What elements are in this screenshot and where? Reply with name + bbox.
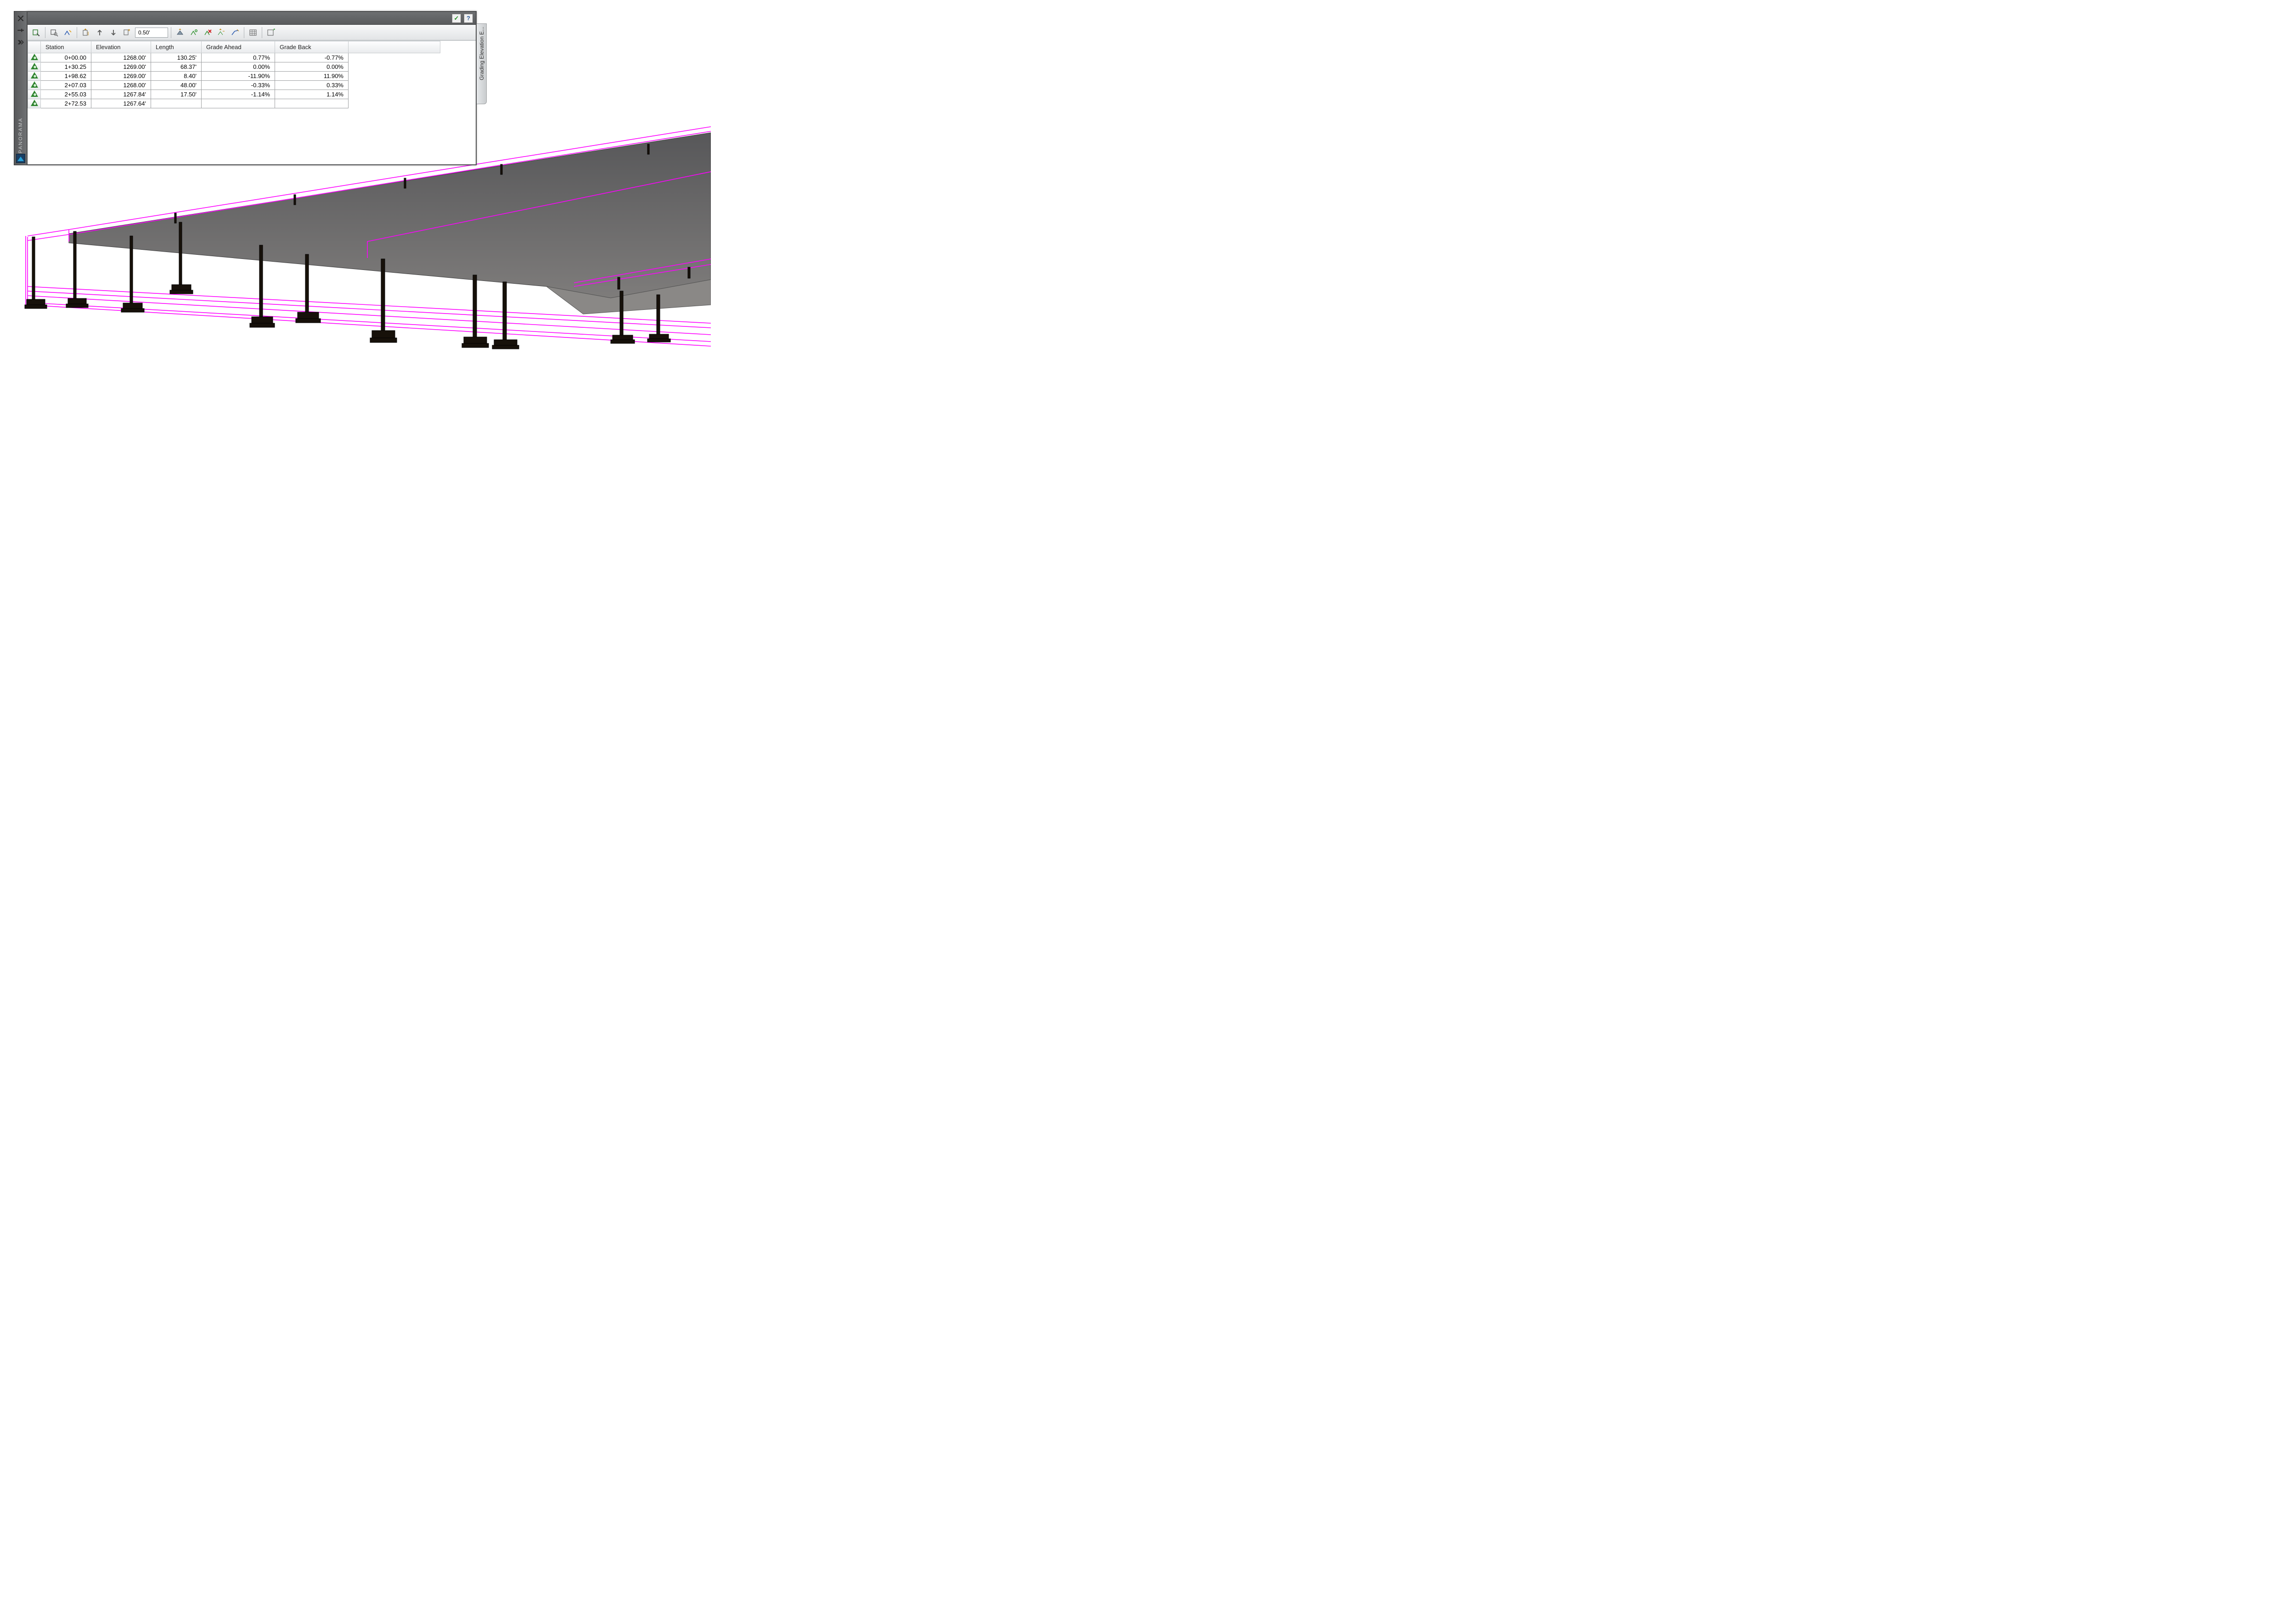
cell-grade_ahead[interactable] bbox=[202, 99, 275, 108]
table-row[interactable]: 0+00.001268.00'130.25'0.77%-0.77% bbox=[28, 53, 440, 62]
lower-down-icon[interactable] bbox=[107, 27, 119, 39]
cell-grade_back[interactable]: -0.77% bbox=[275, 53, 349, 62]
row-marker-icon bbox=[28, 81, 41, 90]
col-grade-back[interactable]: Grade Back bbox=[275, 41, 349, 53]
row-marker-header bbox=[28, 41, 41, 53]
quick-profile-icon[interactable] bbox=[62, 27, 74, 39]
cell-elevation[interactable]: 1267.64' bbox=[91, 99, 151, 108]
table-row[interactable]: 2+72.531267.64' bbox=[28, 99, 440, 108]
panorama-label: PANORAMA bbox=[18, 118, 23, 153]
table-row[interactable]: 2+55.031267.84'17.50'-1.14%1.14% bbox=[28, 90, 440, 99]
row-marker-icon bbox=[28, 90, 41, 99]
cell-elevation[interactable]: 1269.00' bbox=[91, 72, 151, 81]
cell-elevation[interactable]: 1267.84' bbox=[91, 90, 151, 99]
increment-input[interactable] bbox=[135, 28, 168, 38]
cell-length[interactable] bbox=[151, 99, 202, 108]
cell-length[interactable]: 68.37' bbox=[151, 62, 202, 72]
elevation-grid[interactable]: Station Elevation Length Grade Ahead Gra… bbox=[28, 40, 476, 164]
cell-station[interactable]: 2+55.03 bbox=[41, 90, 91, 99]
insert-pi-icon[interactable] bbox=[188, 27, 200, 39]
app-icon[interactable] bbox=[16, 154, 25, 163]
cell-length[interactable]: 17.50' bbox=[151, 90, 202, 99]
show-grid-icon[interactable] bbox=[247, 27, 259, 39]
row-marker-icon bbox=[28, 99, 41, 108]
panel-titlebar bbox=[28, 12, 476, 25]
cell-station[interactable]: 1+30.25 bbox=[41, 62, 91, 72]
delete-pi-icon[interactable] bbox=[202, 27, 214, 39]
cell-grade_ahead[interactable]: 0.00% bbox=[202, 62, 275, 72]
cell-station[interactable]: 2+72.53 bbox=[41, 99, 91, 108]
cell-grade_ahead[interactable]: -1.14% bbox=[202, 90, 275, 99]
help-button[interactable] bbox=[464, 14, 473, 23]
cell-grade_back[interactable]: 0.00% bbox=[275, 62, 349, 72]
row-marker-icon bbox=[28, 62, 41, 72]
cell-grade_ahead[interactable]: -0.33% bbox=[202, 81, 275, 90]
row-marker-icon bbox=[28, 53, 41, 62]
side-tab-grading-elevation[interactable]: Grading Elevation E... bbox=[477, 23, 487, 104]
unselect-icon[interactable] bbox=[265, 27, 277, 39]
side-tab-label: Grading Elevation E... bbox=[478, 27, 485, 80]
accept-button[interactable] bbox=[452, 14, 461, 23]
cell-grade_back[interactable]: 0.33% bbox=[275, 81, 349, 90]
select-feature-icon[interactable] bbox=[30, 27, 42, 39]
table-header-row: Station Elevation Length Grade Ahead Gra… bbox=[28, 41, 440, 53]
pin-icon[interactable] bbox=[17, 26, 25, 34]
flatten-grade-icon[interactable] bbox=[174, 27, 186, 39]
cell-grade_back[interactable]: 11.90% bbox=[275, 72, 349, 81]
raise-lower-icon[interactable] bbox=[80, 27, 92, 39]
zoom-icon[interactable] bbox=[48, 27, 60, 39]
table-row[interactable]: 1+30.251269.00'68.37'0.00%0.00% bbox=[28, 62, 440, 72]
grade-between-icon[interactable] bbox=[229, 27, 241, 39]
cell-length[interactable]: 48.00' bbox=[151, 81, 202, 90]
cell-length[interactable]: 130.25' bbox=[151, 53, 202, 62]
table-row[interactable]: 2+07.031268.00'48.00'-0.33%0.33% bbox=[28, 81, 440, 90]
col-trailing bbox=[349, 41, 440, 53]
panel-body: Station Elevation Length Grade Ahead Gra… bbox=[27, 11, 477, 165]
close-icon[interactable] bbox=[17, 14, 25, 22]
col-station[interactable]: Station bbox=[41, 41, 91, 53]
row-marker-icon bbox=[28, 72, 41, 81]
panorama-panel: PANORAMA bbox=[14, 11, 477, 165]
col-length[interactable]: Length bbox=[151, 41, 202, 53]
table-row[interactable]: 1+98.621269.00'8.40'-11.90%11.90% bbox=[28, 72, 440, 81]
cell-elevation[interactable]: 1268.00' bbox=[91, 53, 151, 62]
cell-station[interactable]: 2+07.03 bbox=[41, 81, 91, 90]
cell-grade_ahead[interactable]: 0.77% bbox=[202, 53, 275, 62]
cell-station[interactable]: 0+00.00 bbox=[41, 53, 91, 62]
cell-grade_ahead[interactable]: -11.90% bbox=[202, 72, 275, 81]
panel-left-rail: PANORAMA bbox=[14, 11, 27, 165]
cell-station[interactable]: 1+98.62 bbox=[41, 72, 91, 81]
post bbox=[25, 237, 47, 309]
cell-elevation[interactable]: 1269.00' bbox=[91, 62, 151, 72]
raise-up-icon[interactable] bbox=[94, 27, 106, 39]
elevations-from-surface-icon[interactable] bbox=[215, 27, 227, 39]
cell-grade_back[interactable]: 1.14% bbox=[275, 90, 349, 99]
set-increment-icon[interactable] bbox=[121, 27, 133, 39]
toolbar bbox=[28, 25, 476, 40]
col-elevation[interactable]: Elevation bbox=[91, 41, 151, 53]
post bbox=[492, 282, 519, 349]
cell-elevation[interactable]: 1268.00' bbox=[91, 81, 151, 90]
cell-grade_back[interactable] bbox=[275, 99, 349, 108]
cell-length[interactable]: 8.40' bbox=[151, 72, 202, 81]
options-icon[interactable] bbox=[17, 38, 25, 46]
col-grade-ahead[interactable]: Grade Ahead bbox=[202, 41, 275, 53]
